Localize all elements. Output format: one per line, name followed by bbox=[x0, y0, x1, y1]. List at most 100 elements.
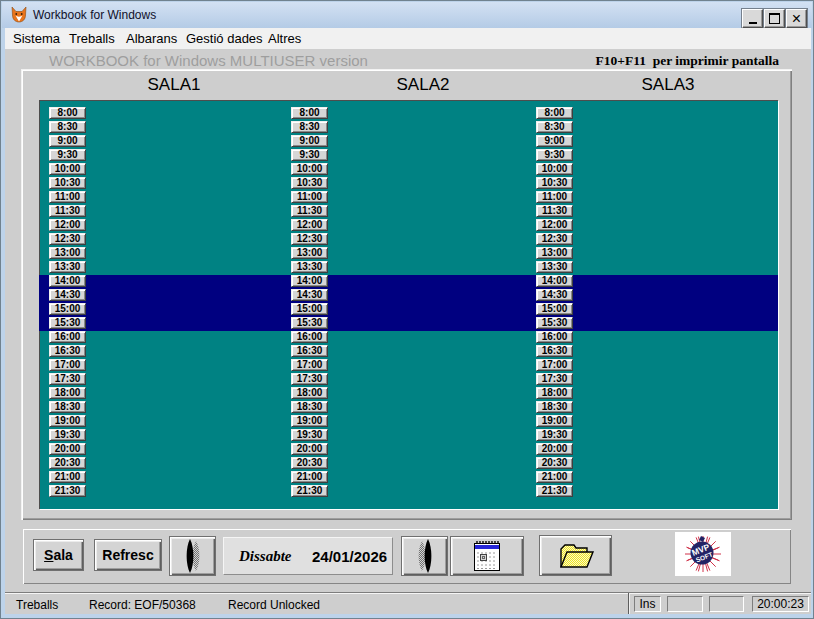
menu-altres[interactable]: Altres bbox=[268, 31, 301, 46]
time-slot-button[interactable]: 19:00 bbox=[536, 415, 573, 427]
time-slot-button[interactable]: 18:00 bbox=[49, 387, 86, 399]
time-slot-button[interactable]: 21:30 bbox=[49, 485, 86, 497]
time-slot-button[interactable]: 10:00 bbox=[49, 163, 86, 175]
time-slot-button[interactable]: 14:00 bbox=[49, 275, 86, 287]
time-slot-button[interactable]: 16:00 bbox=[291, 331, 328, 343]
time-slot-button[interactable]: 17:30 bbox=[291, 373, 328, 385]
time-slot-button[interactable]: 12:30 bbox=[291, 233, 328, 245]
time-slot-button[interactable]: 18:30 bbox=[536, 401, 573, 413]
time-slot-button[interactable]: 10:30 bbox=[49, 177, 86, 189]
time-slot-button[interactable]: 12:30 bbox=[536, 233, 573, 245]
time-slot-button[interactable]: 8:30 bbox=[49, 121, 86, 133]
previous-day-button[interactable] bbox=[169, 536, 216, 576]
time-slot-button[interactable]: 18:00 bbox=[536, 387, 573, 399]
time-slot-button[interactable]: 10:00 bbox=[291, 163, 328, 175]
time-slot-button[interactable]: 12:00 bbox=[49, 219, 86, 231]
time-slot-button[interactable]: 17:30 bbox=[49, 373, 86, 385]
time-slot-button[interactable]: 13:00 bbox=[291, 247, 328, 259]
time-slot-button[interactable]: 16:30 bbox=[291, 345, 328, 357]
time-slot-button[interactable]: 20:30 bbox=[291, 457, 328, 469]
time-slot-button[interactable]: 10:00 bbox=[536, 163, 573, 175]
menu-albarans[interactable]: Albarans bbox=[126, 31, 177, 46]
refresc-button[interactable]: Refresc bbox=[94, 539, 162, 571]
time-slot-button[interactable]: 14:30 bbox=[536, 289, 573, 301]
time-slot-button[interactable]: 12:00 bbox=[536, 219, 573, 231]
time-slot-button[interactable]: 8:00 bbox=[536, 107, 573, 119]
time-slot-button[interactable]: 15:30 bbox=[49, 317, 86, 329]
time-slot-button[interactable]: 21:30 bbox=[291, 485, 328, 497]
time-slot-button[interactable]: 21:00 bbox=[536, 471, 573, 483]
time-slot-button[interactable]: 13:30 bbox=[49, 261, 86, 273]
time-slot-button[interactable]: 11:30 bbox=[49, 205, 86, 217]
maximize-button[interactable] bbox=[764, 9, 785, 28]
time-slot-button[interactable]: 17:00 bbox=[536, 359, 573, 371]
time-slot-button[interactable]: 15:00 bbox=[291, 303, 328, 315]
menu-gestio-dades[interactable]: Gestió dades bbox=[186, 31, 263, 46]
time-slot-button[interactable]: 15:30 bbox=[536, 317, 573, 329]
time-slot-button[interactable]: 13:00 bbox=[49, 247, 86, 259]
time-slot-button[interactable]: 12:00 bbox=[291, 219, 328, 231]
time-slot-button[interactable]: 14:00 bbox=[291, 275, 328, 287]
time-slot-button[interactable]: 11:00 bbox=[536, 191, 573, 203]
time-slot-button[interactable]: 9:00 bbox=[536, 135, 573, 147]
time-slot-button[interactable]: 15:30 bbox=[291, 317, 328, 329]
time-slot-button[interactable]: 13:30 bbox=[536, 261, 573, 273]
time-slot-button[interactable]: 20:00 bbox=[49, 443, 86, 455]
time-slot-button[interactable]: 19:00 bbox=[49, 415, 86, 427]
time-slot-button[interactable]: 11:00 bbox=[291, 191, 328, 203]
time-slot-button[interactable]: 20:00 bbox=[291, 443, 328, 455]
time-slot-button[interactable]: 14:00 bbox=[536, 275, 573, 287]
time-slot-button[interactable]: 18:30 bbox=[49, 401, 86, 413]
time-slot-button[interactable]: 21:30 bbox=[536, 485, 573, 497]
time-slot-button[interactable]: 15:00 bbox=[49, 303, 86, 315]
time-slot-button[interactable]: 9:30 bbox=[49, 149, 86, 161]
time-slot-button[interactable]: 14:30 bbox=[49, 289, 86, 301]
time-slot-button[interactable]: 16:00 bbox=[536, 331, 573, 343]
menu-treballs[interactable]: Treballs bbox=[69, 31, 115, 46]
calendar-button[interactable] bbox=[450, 536, 524, 576]
time-slot-button[interactable]: 8:00 bbox=[291, 107, 328, 119]
time-slot-button[interactable]: 17:00 bbox=[49, 359, 86, 371]
close-button[interactable]: × bbox=[786, 9, 807, 28]
time-slot-button[interactable]: 20:30 bbox=[536, 457, 573, 469]
time-slot-button[interactable]: 9:00 bbox=[49, 135, 86, 147]
time-slot-button[interactable]: 11:00 bbox=[49, 191, 86, 203]
sala-button[interactable]: Sala bbox=[33, 539, 84, 571]
time-slot-button[interactable]: 13:00 bbox=[536, 247, 573, 259]
time-slot-button[interactable]: 16:30 bbox=[49, 345, 86, 357]
time-slot-button[interactable]: 21:00 bbox=[291, 471, 328, 483]
next-day-button[interactable] bbox=[401, 536, 448, 576]
time-slot-button[interactable]: 8:30 bbox=[536, 121, 573, 133]
menu-sistema[interactable]: Sistema bbox=[13, 31, 60, 46]
time-slot-button[interactable]: 8:30 bbox=[291, 121, 328, 133]
time-slot-button[interactable]: 19:30 bbox=[536, 429, 573, 441]
time-slot-button[interactable]: 20:00 bbox=[536, 443, 573, 455]
folder-icon bbox=[557, 542, 595, 570]
time-slot-button[interactable]: 12:30 bbox=[49, 233, 86, 245]
time-slot-button[interactable]: 17:30 bbox=[536, 373, 573, 385]
time-slot-button[interactable]: 9:30 bbox=[291, 149, 328, 161]
time-slot-button[interactable]: 15:00 bbox=[536, 303, 573, 315]
time-slot-button[interactable]: 14:30 bbox=[291, 289, 328, 301]
time-slot-button[interactable]: 17:00 bbox=[291, 359, 328, 371]
time-slot-button[interactable]: 18:00 bbox=[291, 387, 328, 399]
time-slot-button[interactable]: 11:30 bbox=[536, 205, 573, 217]
time-slot-button[interactable]: 16:00 bbox=[49, 331, 86, 343]
time-slot-button[interactable]: 19:00 bbox=[291, 415, 328, 427]
time-slot-button[interactable]: 8:00 bbox=[49, 107, 86, 119]
menu-bar: Sistema Treballs Albarans Gestió dades A… bbox=[5, 28, 811, 49]
time-slot-button[interactable]: 18:30 bbox=[291, 401, 328, 413]
time-slot-button[interactable]: 10:30 bbox=[291, 177, 328, 189]
time-slot-button[interactable]: 11:30 bbox=[291, 205, 328, 217]
minimize-button[interactable] bbox=[742, 9, 763, 28]
time-slot-button[interactable]: 19:30 bbox=[291, 429, 328, 441]
time-slot-button[interactable]: 10:30 bbox=[536, 177, 573, 189]
time-slot-button[interactable]: 16:30 bbox=[536, 345, 573, 357]
time-slot-button[interactable]: 19:30 bbox=[49, 429, 86, 441]
time-slot-button[interactable]: 13:30 bbox=[291, 261, 328, 273]
time-slot-button[interactable]: 20:30 bbox=[49, 457, 86, 469]
time-slot-button[interactable]: 21:00 bbox=[49, 471, 86, 483]
time-slot-button[interactable]: 9:30 bbox=[536, 149, 573, 161]
open-folder-button[interactable] bbox=[539, 535, 612, 576]
time-slot-button[interactable]: 9:00 bbox=[291, 135, 328, 147]
